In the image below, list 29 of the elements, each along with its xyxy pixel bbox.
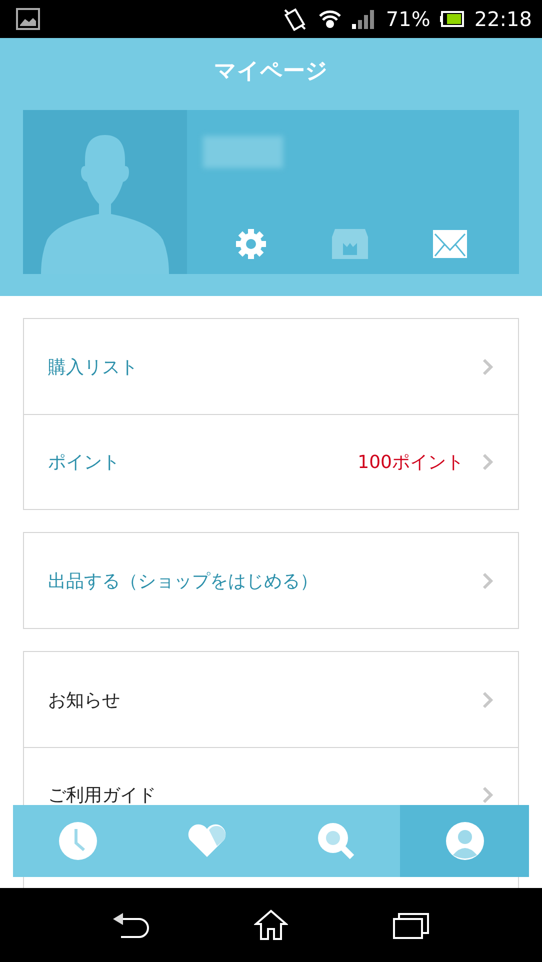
menu-item[interactable]: お知らせ: [48, 688, 482, 712]
battery-icon: [440, 11, 464, 27]
wifi-icon: [318, 8, 342, 30]
chevron-icon: [482, 358, 494, 376]
back-icon[interactable]: [112, 911, 149, 939]
menu-item[interactable]: 購入リスト: [48, 354, 482, 378]
mail-icon[interactable]: [432, 230, 467, 258]
chevron-icon: [482, 786, 494, 804]
battery-percent: 71%: [386, 7, 430, 31]
chevron-icon: [482, 453, 494, 471]
chevron-icon: [482, 572, 494, 590]
recent-apps-icon[interactable]: [393, 911, 430, 939]
heart-icon: [186, 824, 226, 858]
menu-item[interactable]: ポイント: [48, 450, 358, 474]
signal-icon: [352, 8, 376, 30]
search-icon: [316, 822, 354, 860]
clock-time: 22:18: [474, 7, 532, 31]
points-value: 100ポイント: [358, 451, 464, 474]
settings-icon[interactable]: [235, 228, 268, 260]
menu-item[interactable]: ご利用ガイド: [48, 783, 482, 807]
shop-icon[interactable]: [332, 229, 368, 259]
chevron-icon: [482, 690, 494, 708]
tab[interactable]: [400, 805, 529, 877]
page-title: マイページ: [214, 58, 328, 86]
vibrate-icon: [282, 7, 308, 31]
clock-icon: [58, 822, 96, 860]
picture-notification-icon: [16, 8, 40, 30]
profile-icon: [446, 822, 484, 860]
home-icon[interactable]: [254, 909, 288, 941]
